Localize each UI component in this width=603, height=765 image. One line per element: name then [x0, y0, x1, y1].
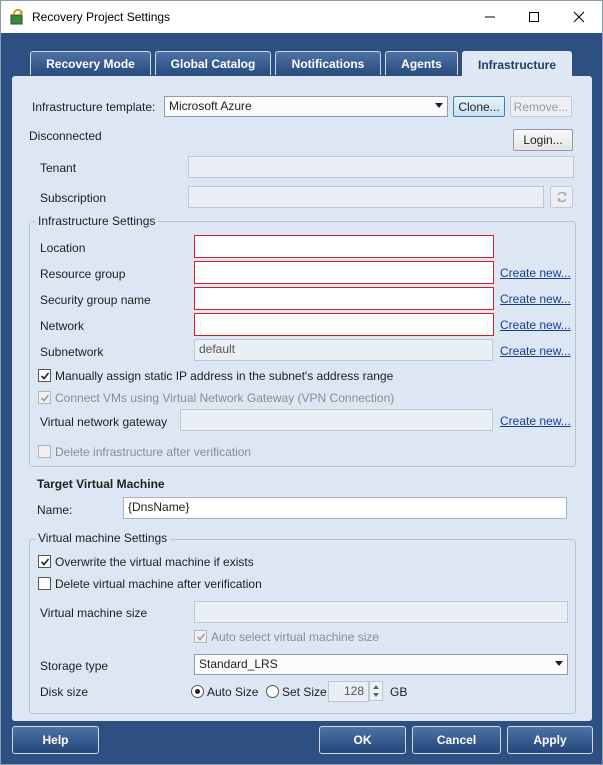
refresh-icon [556, 191, 567, 203]
delete-infra-checkbox[interactable] [38, 445, 51, 458]
create-resource-group-link[interactable]: Create new... [500, 266, 571, 280]
gateway-label: Virtual network gateway [40, 415, 168, 429]
vm-size-label: Virtual machine size [40, 606, 148, 620]
storage-type-value: Standard_LRS [199, 657, 278, 671]
checkmark-icon [40, 393, 49, 402]
set-size-radio[interactable] [266, 685, 279, 698]
auto-size-radio[interactable] [191, 685, 204, 698]
disk-size-unit: GB [390, 685, 408, 699]
storage-type-select[interactable]: Standard_LRS [194, 654, 568, 675]
radio-dot-icon [195, 689, 200, 694]
subnetwork-label: Subnetwork [40, 345, 104, 359]
location-input[interactable] [194, 235, 494, 258]
create-security-group-link[interactable]: Create new... [500, 292, 571, 306]
network-input[interactable] [194, 313, 494, 336]
login-button[interactable]: Login... [513, 129, 573, 151]
vm-size-input[interactable] [194, 601, 568, 623]
resource-group-label: Resource group [40, 267, 126, 281]
target-vm-heading: Target Virtual Machine [37, 477, 165, 491]
chevron-down-icon [435, 103, 443, 108]
cancel-button[interactable]: Cancel [412, 726, 501, 754]
dialog-window: Recovery Project Settings Recovery Mode … [0, 0, 603, 765]
tenant-input[interactable] [188, 156, 574, 178]
checkmark-icon [40, 557, 49, 566]
tab-agents[interactable]: Agents [385, 51, 458, 75]
overwrite-label: Overwrite the virtual machine if exists [55, 555, 254, 569]
infrastructure-panel: Infrastructure template: Microsoft Azure… [12, 76, 592, 721]
disk-size-stepper[interactable] [369, 681, 383, 701]
clone-button[interactable]: Clone... [453, 96, 505, 117]
location-label: Location [40, 241, 86, 255]
delete-vm-checkbox[interactable] [38, 577, 51, 590]
checkmark-icon [40, 371, 49, 380]
create-gateway-link[interactable]: Create new... [500, 414, 571, 428]
subscription-input[interactable] [188, 186, 544, 208]
tab-infrastructure[interactable]: Infrastructure [462, 51, 572, 78]
connection-status: Disconnected [29, 129, 102, 143]
disk-size-label: Disk size [40, 685, 89, 699]
tab-recovery-mode[interactable]: Recovery Mode [30, 51, 151, 75]
subnetwork-input[interactable]: default [194, 339, 493, 361]
title-bar: Recovery Project Settings [1, 1, 602, 33]
minimize-icon [485, 16, 495, 18]
delete-vm-label: Delete virtual machine after verificatio… [55, 577, 262, 591]
create-network-link[interactable]: Create new... [500, 318, 571, 332]
create-subnetwork-link[interactable]: Create new... [500, 344, 571, 358]
overwrite-checkbox[interactable] [38, 555, 51, 568]
chevron-down-icon [555, 661, 563, 666]
auto-select-size-checkbox[interactable] [194, 630, 207, 643]
remove-button[interactable]: Remove... [510, 96, 572, 117]
stepper-arrows-icon [373, 685, 379, 697]
resource-group-input[interactable] [194, 261, 494, 284]
checkmark-icon [196, 632, 205, 641]
tab-global-catalog[interactable]: Global Catalog [155, 51, 271, 75]
infrastructure-settings-title: Infrastructure Settings [35, 214, 159, 228]
static-ip-label: Manually assign static IP address in the… [55, 369, 394, 383]
vm-settings-title: Virtual machine Settings [35, 531, 171, 545]
subscription-label: Subscription [40, 191, 107, 205]
gateway-input[interactable] [180, 409, 493, 431]
auto-size-label: Auto Size [207, 685, 259, 699]
disk-size-input[interactable]: 128 [328, 681, 369, 702]
template-select[interactable]: Microsoft Azure [164, 96, 448, 117]
vm-name-label: Name: [37, 503, 73, 517]
refresh-subscription-button[interactable] [550, 186, 573, 208]
app-recovery-icon [10, 9, 23, 25]
auto-select-size-label: Auto select virtual machine size [211, 630, 380, 644]
template-label: Infrastructure template: [32, 100, 156, 114]
maximize-icon [529, 12, 539, 22]
help-button[interactable]: Help [12, 726, 99, 754]
vm-name-input[interactable]: {DnsName} [123, 497, 567, 519]
apply-button[interactable]: Apply [507, 726, 593, 754]
window-title: Recovery Project Settings [32, 10, 171, 24]
storage-type-label: Storage type [40, 659, 109, 673]
security-group-label: Security group name [40, 293, 151, 307]
ok-button[interactable]: OK [319, 726, 406, 754]
set-size-label: Set Size [282, 685, 327, 699]
template-value: Microsoft Azure [169, 99, 252, 113]
static-ip-checkbox[interactable] [38, 369, 51, 382]
tab-notifications[interactable]: Notifications [275, 51, 381, 75]
vpn-label: Connect VMs using Virtual Network Gatewa… [55, 391, 395, 405]
delete-infra-label: Delete infrastructure after verification [55, 445, 252, 459]
tenant-label: Tenant [40, 161, 77, 175]
network-label: Network [40, 319, 85, 333]
minimize-button[interactable] [467, 1, 513, 33]
close-icon [573, 11, 585, 23]
vpn-checkbox[interactable] [38, 391, 51, 404]
close-button[interactable] [556, 1, 602, 33]
maximize-button[interactable] [511, 1, 557, 33]
security-group-input[interactable] [194, 287, 494, 310]
